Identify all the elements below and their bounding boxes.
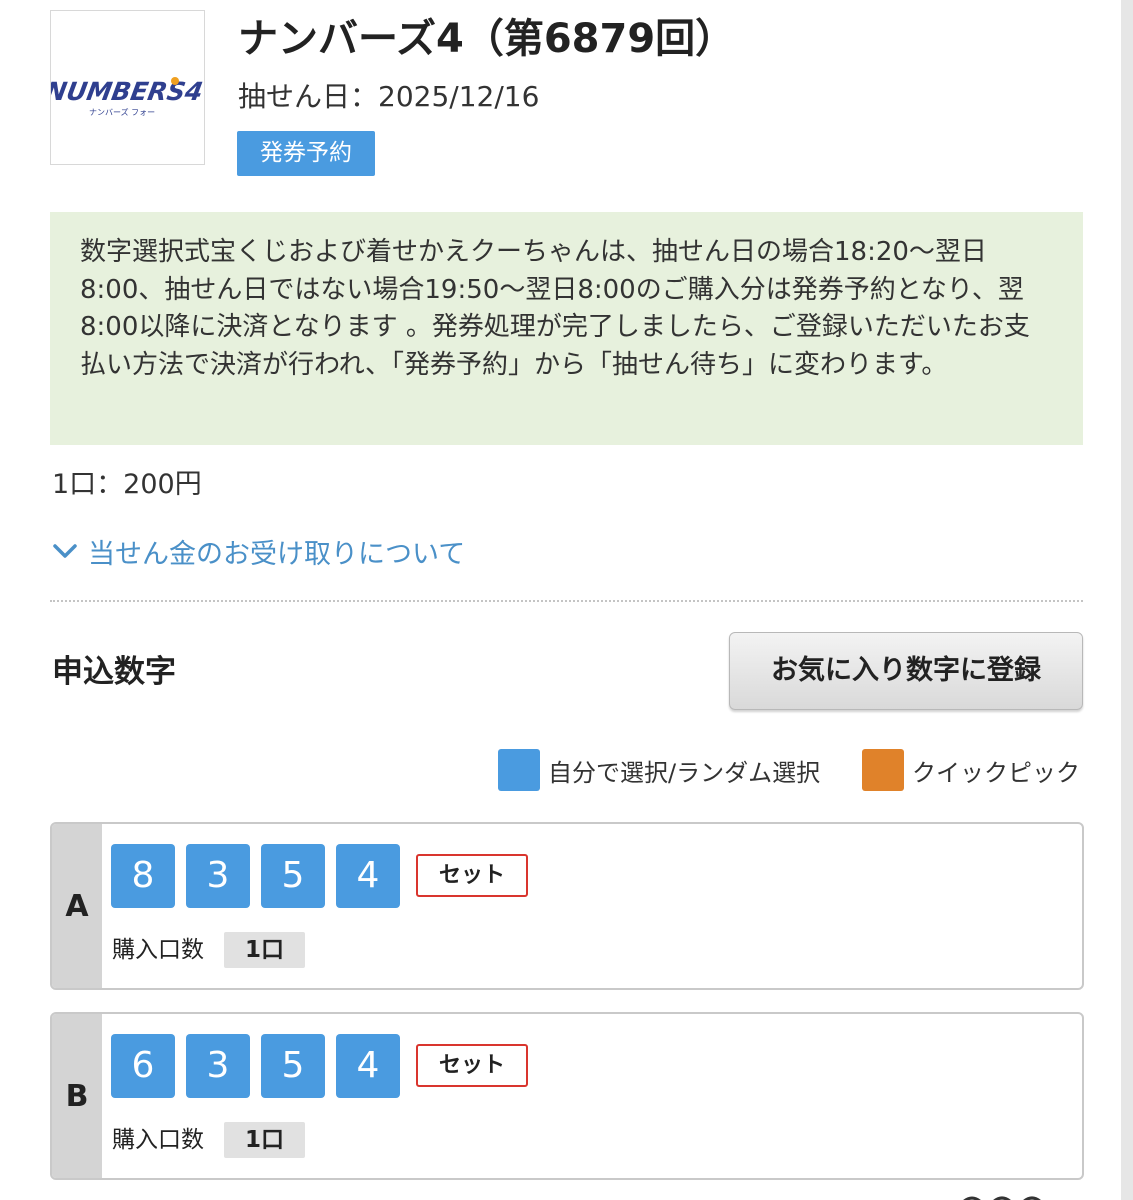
quantity-label: 購入口数 (112, 1127, 204, 1153)
section-title: 申込数字 (52, 654, 176, 690)
bet-type-tag: セット (416, 1044, 528, 1087)
digit-box: 4 (336, 1034, 400, 1098)
digit-box: 5 (261, 1034, 325, 1098)
digit-box: 5 (261, 844, 325, 908)
legend-swatch-manual (498, 749, 540, 791)
numbers4-logo-graphic: NUMBERS4 ナンバーズ フォー (51, 77, 205, 117)
logo-wordmark: NUMBERS4 (51, 77, 205, 106)
prize-info-link[interactable]: 当せん金のお受け取りについて (52, 531, 465, 571)
quantity-value: 1口 (224, 932, 305, 968)
add-favorite-numbers-button[interactable]: お気に入り数字に登録 (729, 632, 1083, 710)
reservation-notice: 数字選択式宝くじおよび着せかえクーちゃんは、抽せん日の場合18:20〜翌日8:0… (50, 212, 1083, 445)
legend-manual: 自分で選択/ランダム選択 (498, 749, 820, 791)
chevron-down-icon (53, 544, 77, 558)
legend-label-quickpick: クイックピック (912, 758, 1080, 787)
scroll-edge (1121, 0, 1133, 1200)
logo-star-icon (171, 77, 179, 85)
row-letter: A (52, 824, 102, 988)
prize-info-link-label: 当せん金のお受け取りについて (88, 538, 466, 570)
digit-box: 4 (336, 844, 400, 908)
digit-box: 3 (186, 1034, 250, 1098)
unit-price: 1口：200円 (52, 469, 202, 500)
digit-box: 3 (186, 844, 250, 908)
digit-box: 6 (111, 1034, 175, 1098)
quantity-value: 1口 (224, 1122, 305, 1158)
quantity-label: 購入口数 (112, 937, 204, 963)
cut-off-fragment (958, 1188, 1048, 1200)
draw-date: 抽せん日：2025/12/16 (238, 80, 540, 113)
bet-type-tag: セット (416, 854, 528, 897)
legend-swatch-quickpick (862, 749, 904, 791)
status-badge: 発券予約 (237, 131, 375, 176)
ticket-row-a: A 8 3 5 4 セット 購入口数 1口 (50, 822, 1084, 990)
page-title: ナンバーズ4（第6879回） (238, 16, 736, 62)
legend-label-manual: 自分で選択/ランダム選択 (548, 758, 821, 787)
numbers4-logo: NUMBERS4 ナンバーズ フォー (50, 10, 205, 165)
section-divider (50, 600, 1083, 602)
ticket-row-b: B 6 3 5 4 セット 購入口数 1口 (50, 1012, 1084, 1180)
ticket-confirmation-page: NUMBERS4 ナンバーズ フォー ナンバーズ4（第6879回） 抽せん日：2… (0, 0, 1133, 1200)
digit-box: 8 (111, 844, 175, 908)
row-letter: B (52, 1014, 102, 1178)
logo-subtext: ナンバーズ フォー (89, 107, 155, 117)
legend-quickpick: クイックピック (862, 749, 1080, 791)
